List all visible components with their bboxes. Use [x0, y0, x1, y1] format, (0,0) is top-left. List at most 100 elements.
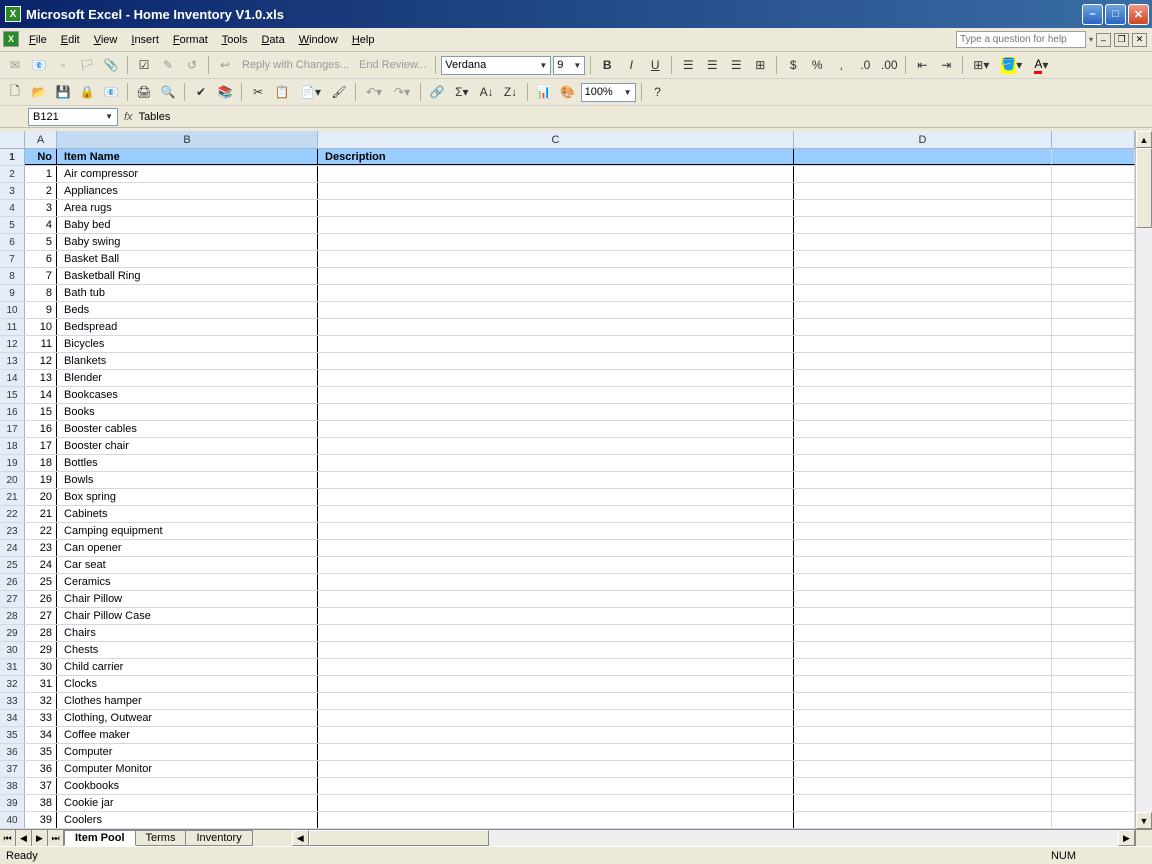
cell-description[interactable] [318, 676, 794, 692]
new-button[interactable]: 🗋 [4, 81, 26, 103]
cell-description[interactable] [318, 591, 794, 607]
minimize-button[interactable]: – [1082, 4, 1103, 25]
cell-description[interactable] [318, 574, 794, 590]
hscroll-thumb[interactable] [309, 830, 489, 846]
cell-description[interactable] [318, 166, 794, 182]
row-header[interactable]: 1 [0, 149, 25, 165]
row-header[interactable]: 34 [0, 710, 25, 726]
task-icon[interactable]: ☑ [133, 54, 155, 76]
col-header-A[interactable]: A [25, 131, 57, 148]
cell-item-name[interactable]: Basket Ball [57, 251, 318, 267]
email-button[interactable]: 📧 [100, 81, 122, 103]
row-header[interactable]: 18 [0, 438, 25, 454]
cell-description[interactable] [318, 455, 794, 471]
cell-description[interactable] [318, 625, 794, 641]
cell-empty[interactable] [1052, 557, 1135, 573]
cell-no[interactable]: 25 [25, 574, 57, 590]
cell-empty[interactable] [794, 404, 1052, 420]
cell-empty[interactable] [1052, 217, 1135, 233]
cell-empty[interactable] [1052, 285, 1135, 301]
cell-no[interactable]: 12 [25, 353, 57, 369]
sort-asc-button[interactable]: A↓ [476, 81, 498, 103]
vertical-scrollbar[interactable]: ▲ ▼ [1135, 131, 1152, 829]
cell-item-name[interactable]: Beds [57, 302, 318, 318]
cell-no[interactable]: 39 [25, 812, 57, 828]
row-header[interactable]: 33 [0, 693, 25, 709]
menu-edit[interactable]: Edit [54, 31, 87, 49]
row-header[interactable]: 12 [0, 336, 25, 352]
horizontal-scrollbar[interactable]: ◀ ▶ [292, 830, 1135, 846]
cell-description[interactable] [318, 217, 794, 233]
autosum-button[interactable]: Σ▾ [450, 81, 473, 103]
cell-description[interactable] [318, 659, 794, 675]
cell-description[interactable] [318, 523, 794, 539]
cell-empty[interactable] [794, 319, 1052, 335]
tab-last-button[interactable]: ⏭ [48, 830, 64, 846]
italic-button[interactable]: I [620, 54, 642, 76]
cell-empty[interactable] [1052, 166, 1135, 182]
cell-description[interactable] [318, 302, 794, 318]
header-description[interactable]: Description [318, 149, 794, 165]
row-header[interactable]: 3 [0, 183, 25, 199]
cell-no[interactable]: 22 [25, 523, 57, 539]
formula-value[interactable]: Tables [139, 111, 171, 123]
cell-empty[interactable] [794, 438, 1052, 454]
cell-empty[interactable] [794, 149, 1052, 165]
menu-data[interactable]: Data [254, 31, 291, 49]
cell-description[interactable] [318, 795, 794, 811]
row-header[interactable]: 5 [0, 217, 25, 233]
cell-empty[interactable] [1052, 676, 1135, 692]
cell-description[interactable] [318, 642, 794, 658]
cell-empty[interactable] [1052, 370, 1135, 386]
cell-empty[interactable] [1052, 455, 1135, 471]
research-button[interactable]: 📚 [214, 81, 236, 103]
cell-empty[interactable] [794, 200, 1052, 216]
cell-empty[interactable] [794, 812, 1052, 828]
tab-first-button[interactable]: ⏮ [0, 830, 16, 846]
hyperlink-button[interactable]: 🔗 [426, 81, 448, 103]
cell-item-name[interactable]: Chair Pillow Case [57, 608, 318, 624]
mdi-minimize-button[interactable]: – [1096, 33, 1111, 47]
help-search-input[interactable] [956, 31, 1086, 48]
cell-item-name[interactable]: Cookie jar [57, 795, 318, 811]
cell-no[interactable]: 6 [25, 251, 57, 267]
menu-tools[interactable]: Tools [215, 31, 255, 49]
chart-wizard-button[interactable]: 📊 [533, 81, 555, 103]
cell-item-name[interactable]: Child carrier [57, 659, 318, 675]
cell-item-name[interactable]: Blankets [57, 353, 318, 369]
cell-item-name[interactable]: Basketball Ring [57, 268, 318, 284]
cell-empty[interactable] [794, 183, 1052, 199]
sheet-tab-inventory[interactable]: Inventory [185, 830, 252, 846]
mdi-restore-button[interactable]: ❐ [1114, 33, 1129, 47]
cell-no[interactable]: 27 [25, 608, 57, 624]
print-button[interactable]: 🖨 [133, 81, 155, 103]
cell-description[interactable] [318, 353, 794, 369]
cell-description[interactable] [318, 506, 794, 522]
increase-indent-button[interactable]: ⇥ [935, 54, 957, 76]
cell-description[interactable] [318, 489, 794, 505]
row-header[interactable]: 17 [0, 421, 25, 437]
help-button[interactable]: ? [647, 81, 669, 103]
cell-description[interactable] [318, 761, 794, 777]
cell-empty[interactable] [1052, 421, 1135, 437]
cell-description[interactable] [318, 472, 794, 488]
cell-empty[interactable] [794, 455, 1052, 471]
cell-description[interactable] [318, 268, 794, 284]
cell-item-name[interactable]: Booster chair [57, 438, 318, 454]
cell-no[interactable]: 37 [25, 778, 57, 794]
increase-decimal-button[interactable]: .0 [854, 54, 876, 76]
maximize-button[interactable]: □ [1105, 4, 1126, 25]
cell-no[interactable]: 38 [25, 795, 57, 811]
cell-item-name[interactable]: Appliances [57, 183, 318, 199]
cell-empty[interactable] [794, 489, 1052, 505]
row-header[interactable]: 7 [0, 251, 25, 267]
cell-empty[interactable] [1052, 761, 1135, 777]
row-header[interactable]: 31 [0, 659, 25, 675]
cell-no[interactable]: 21 [25, 506, 57, 522]
row-header[interactable]: 35 [0, 727, 25, 743]
cell-empty[interactable] [794, 336, 1052, 352]
row-header[interactable]: 27 [0, 591, 25, 607]
cell-no[interactable]: 32 [25, 693, 57, 709]
cell-empty[interactable] [1052, 744, 1135, 760]
comma-button[interactable]: , [830, 54, 852, 76]
